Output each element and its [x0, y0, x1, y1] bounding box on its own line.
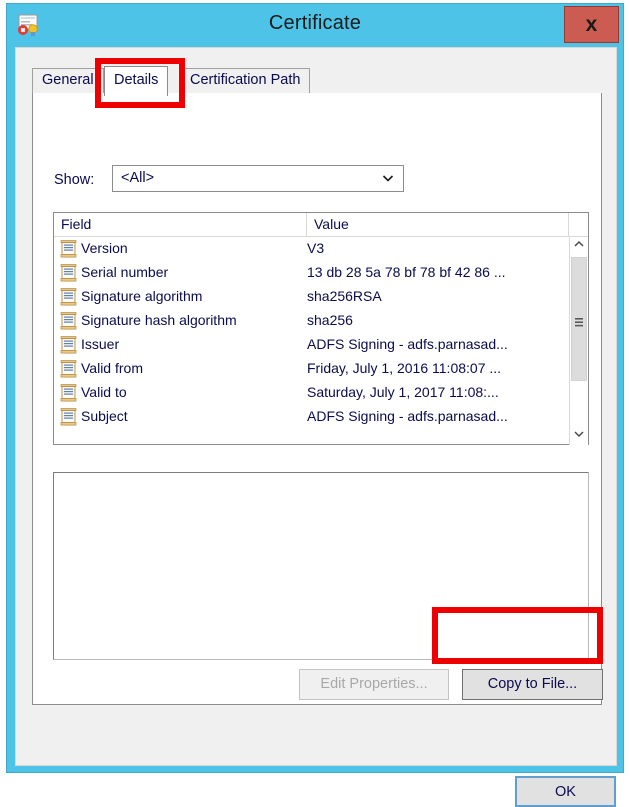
grip-lines-icon	[575, 314, 583, 327]
row-field-name: Valid to	[81, 384, 127, 400]
row-field-value: Friday, July 1, 2016 11:08:07 ...	[307, 360, 502, 376]
scrollbar-thumb[interactable]	[571, 257, 587, 381]
edit-properties-button[interactable]: Edit Properties...	[299, 669, 449, 700]
close-button[interactable]: x	[564, 6, 619, 43]
row-field-name: Version	[81, 240, 128, 256]
row-field-value: 13 db 28 5a 78 bf 78 bf 42 86 ...	[307, 264, 506, 280]
table-row[interactable]: Valid from Friday, July 1, 2016 11:08:07 …	[54, 357, 569, 381]
row-field-name: Issuer	[81, 336, 120, 352]
certificate-field-icon	[60, 264, 77, 282]
show-label: Show:	[54, 172, 95, 188]
table-row[interactable]: Serial number 13 db 28 5a 78 bf 78 bf 42 …	[54, 261, 569, 285]
table-row[interactable]: Version V3	[54, 237, 569, 261]
certificate-field-icon	[60, 288, 77, 306]
table-row[interactable]: Signature hash algorithm sha256	[54, 309, 569, 333]
certificate-field-list[interactable]: Field Value Version V3 Serial number 13 db …	[53, 212, 589, 445]
window-title: Certificate	[268, 12, 362, 34]
certificate-field-icon	[60, 336, 77, 354]
table-row[interactable]: Issuer ADFS Signing - adfs.parnasad...	[54, 333, 569, 357]
row-field-value: sha256RSA	[307, 288, 382, 304]
tab-details[interactable]: Details	[104, 66, 169, 96]
row-field-value: Saturday, July 1, 2017 11:08:...	[307, 384, 499, 400]
row-field-name: Serial number	[81, 264, 169, 280]
certificate-field-icon	[60, 312, 77, 330]
show-dropdown-value: <All>	[121, 170, 155, 186]
scrollbar-up-button[interactable]	[570, 237, 588, 255]
row-field-name: Subject	[81, 408, 128, 424]
show-dropdown[interactable]: <All>	[112, 165, 404, 192]
copy-to-file-button[interactable]: Copy to File...	[462, 669, 603, 700]
row-field-value: V3	[307, 240, 325, 256]
details-tab-panel: Show: <All> Field Value Version V3 Serial …	[32, 93, 603, 705]
list-rows: Version V3 Serial number 13 db 28 5a 78 bf …	[54, 237, 569, 445]
row-field-value: sha256	[307, 312, 353, 328]
list-scrollbar[interactable]	[569, 237, 588, 445]
ok-button[interactable]: OK	[515, 776, 616, 807]
chevron-down-icon	[573, 427, 585, 445]
table-row[interactable]: Valid to Saturday, July 1, 2017 11:08:...	[54, 381, 569, 405]
table-row[interactable]: Signature algorithm sha256RSA	[54, 285, 569, 309]
dialog-client-area: General Details Certification Path Show:…	[15, 47, 617, 807]
column-header-field[interactable]: Field	[54, 213, 307, 236]
row-field-name: Valid from	[81, 360, 143, 376]
certificate-field-icon	[60, 360, 77, 378]
chevron-down-icon	[381, 171, 395, 185]
row-field-name: Signature algorithm	[81, 288, 203, 304]
tab-general[interactable]: General	[32, 68, 104, 94]
list-header: Field Value	[54, 213, 588, 237]
column-header-value[interactable]: Value	[307, 213, 569, 236]
chevron-up-icon	[573, 237, 585, 255]
title-bar: Certificate x	[7, 4, 623, 47]
certificate-field-icon	[60, 408, 77, 426]
row-field-name: Signature hash algorithm	[81, 312, 237, 328]
tab-strip: General Details Certification Path	[32, 66, 602, 96]
close-icon: x	[585, 13, 598, 36]
scrollbar-down-button[interactable]	[570, 427, 588, 445]
field-detail-pane[interactable]	[53, 472, 589, 660]
certificate-field-icon	[60, 240, 77, 258]
tab-certification-path[interactable]: Certification Path	[180, 68, 311, 94]
certificate-field-icon	[60, 384, 77, 402]
row-field-value: ADFS Signing - adfs.parnasad...	[307, 408, 508, 424]
table-row[interactable]: Subject ADFS Signing - adfs.parnasad...	[54, 405, 569, 429]
certificate-dialog-window: Certificate x General Details Certificat…	[6, 3, 624, 807]
row-field-value: ADFS Signing - adfs.parnasad...	[307, 336, 508, 352]
